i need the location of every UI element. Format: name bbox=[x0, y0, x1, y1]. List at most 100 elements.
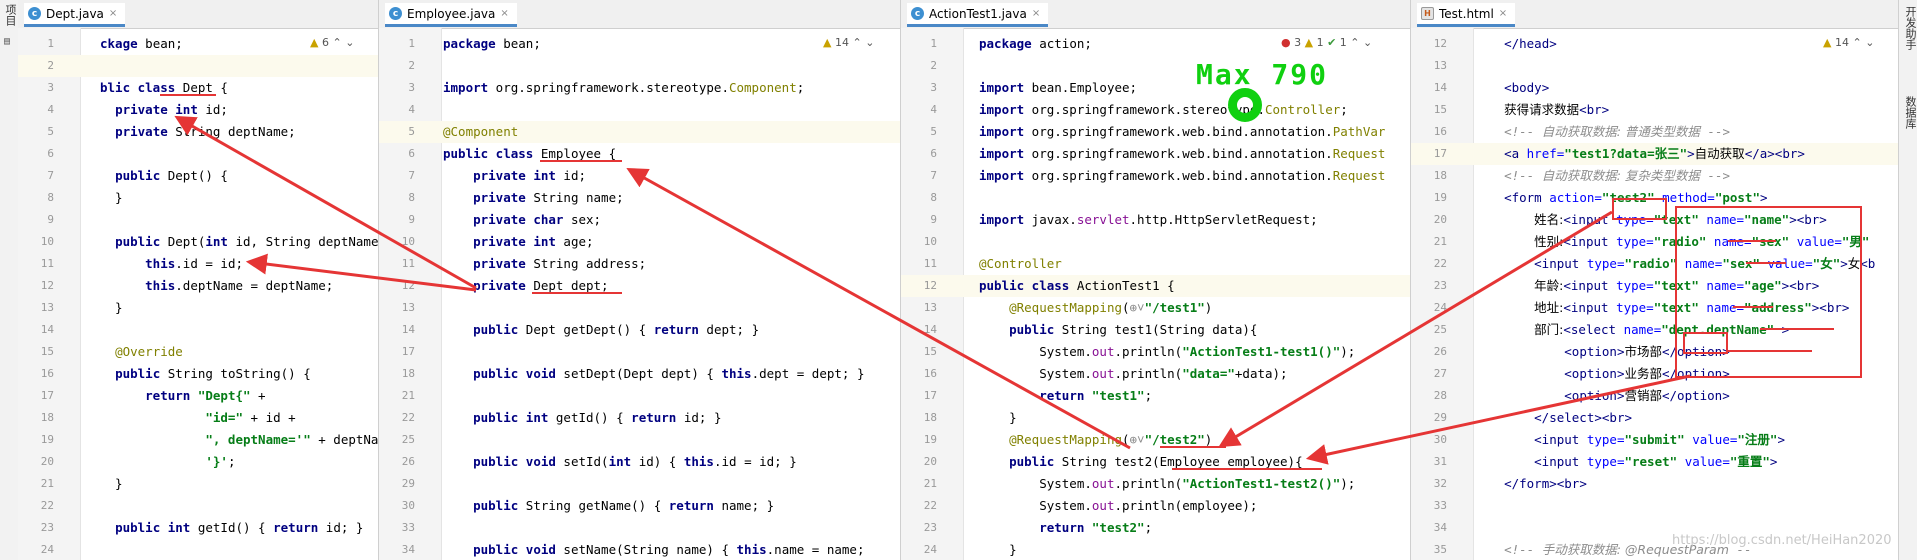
code-line[interactable]: 17 return "test1"; bbox=[901, 385, 1410, 407]
code-line[interactable]: 7 private int id; bbox=[379, 165, 900, 187]
code-line[interactable]: 21 } bbox=[18, 473, 378, 495]
code-line[interactable]: 9 bbox=[18, 209, 378, 231]
code-line[interactable]: 19 @RequestMapping(⊕˅"/test2") bbox=[901, 429, 1410, 451]
code-line[interactable]: 15 @Override bbox=[18, 341, 378, 363]
code-area[interactable]: 1 ckage bean; 2 3 blic class Dept {4 private… bbox=[18, 33, 378, 560]
code-line[interactable]: 10 private int age; bbox=[379, 231, 900, 253]
close-tab-icon[interactable]: × bbox=[500, 8, 508, 19]
code-line[interactable]: 30 <input type="submit" value="注册"> bbox=[1411, 429, 1898, 451]
code-line[interactable]: 18 <!-- 自动获取数据: 复杂类型数据 --> bbox=[1411, 165, 1898, 187]
code-line[interactable]: 13 } bbox=[18, 297, 378, 319]
prev-highlight-icon[interactable]: ⌃ bbox=[1852, 36, 1861, 49]
code-line[interactable]: 7 import org.springframework.web.bind.ann… bbox=[901, 165, 1410, 187]
code-line[interactable]: 19 ", deptName='" + deptNa bbox=[18, 429, 378, 451]
code-line[interactable]: 15 System.out.println("ActionTest1-test1… bbox=[901, 341, 1410, 363]
code-line[interactable]: 31 <input type="reset" value="重置"> bbox=[1411, 451, 1898, 473]
code-line[interactable]: 2 bbox=[379, 55, 900, 77]
code-line[interactable]: 22 bbox=[18, 495, 378, 517]
code-area[interactable]: 1 package bean; 2 3 import org.springframewo… bbox=[379, 33, 900, 560]
code-line[interactable]: 20 public String test2(Employee employee… bbox=[901, 451, 1410, 473]
close-tab-icon[interactable]: × bbox=[109, 8, 117, 19]
project-tool-label[interactable]: 项目 bbox=[2, 4, 18, 26]
tab-actiontest1-java[interactable]: c ActionTest1.java × bbox=[907, 3, 1049, 27]
code-line[interactable]: 17 bbox=[379, 341, 900, 363]
code-line[interactable]: 5 @Component bbox=[379, 121, 900, 143]
code-line[interactable]: 12 this.deptName = deptName; bbox=[18, 275, 378, 297]
dev-assistant-tool[interactable]: 开发助手 bbox=[1902, 6, 1917, 50]
code-line[interactable]: 4 bbox=[379, 99, 900, 121]
code-line[interactable]: 9 private char sex; bbox=[379, 209, 900, 231]
code-line[interactable]: 15 获得请求数据<br> bbox=[1411, 99, 1898, 121]
code-line[interactable]: 16 public String toString() { bbox=[18, 363, 378, 385]
code-line[interactable]: 32 </form><br> bbox=[1411, 473, 1898, 495]
code-line[interactable]: 23 public int getId() { return id; } bbox=[18, 517, 378, 539]
code-line[interactable]: 6 public class Employee { bbox=[379, 143, 900, 165]
code-line[interactable]: 9 import javax.servlet.http.HttpServletRe… bbox=[901, 209, 1410, 231]
code-line[interactable]: 11 this.id = id; bbox=[18, 253, 378, 275]
code-line[interactable]: 8 bbox=[901, 187, 1410, 209]
code-line[interactable]: 17 return "Dept{" + bbox=[18, 385, 378, 407]
code-line[interactable]: 6 bbox=[18, 143, 378, 165]
code-line[interactable]: 25 bbox=[379, 429, 900, 451]
prev-highlight-icon[interactable]: ⌃ bbox=[332, 36, 341, 49]
code-line[interactable]: 12 private Dept dept; bbox=[379, 275, 900, 297]
tab-test-html[interactable]: H Test.html × bbox=[1417, 3, 1516, 27]
code-line[interactable]: 22 System.out.println(employee); bbox=[901, 495, 1410, 517]
code-line[interactable]: 2 bbox=[18, 55, 378, 77]
code-line[interactable]: 14 public Dept getDept() { return dept; … bbox=[379, 319, 900, 341]
code-line[interactable]: 33 bbox=[1411, 495, 1898, 517]
code-area[interactable]: 1 package action; 2 3 import bean.Employee; 4… bbox=[901, 33, 1410, 560]
code-line[interactable]: 17 <a href="test1?data=张三">自动获取</a><br> bbox=[1411, 143, 1898, 165]
inspection-widget[interactable]: ▲ 14 ⌃ ⌄ bbox=[1821, 33, 1877, 53]
code-line[interactable]: 6 import org.springframework.web.bind.ann… bbox=[901, 143, 1410, 165]
code-line[interactable]: 3 import bean.Employee; bbox=[901, 77, 1410, 99]
code-line[interactable]: 21 bbox=[379, 385, 900, 407]
code-line[interactable]: 21 System.out.println("ActionTest1-test2… bbox=[901, 473, 1410, 495]
code-line[interactable]: 5 private String deptName; bbox=[18, 121, 378, 143]
code-line[interactable]: 14 bbox=[18, 319, 378, 341]
code-line[interactable]: 16 <!-- 自动获取数据: 普通类型数据 --> bbox=[1411, 121, 1898, 143]
code-line[interactable]: 18 public void setDept(Dept dept) { this… bbox=[379, 363, 900, 385]
code-line[interactable]: 28 <option>营销部</option> bbox=[1411, 385, 1898, 407]
code-line[interactable]: 13 bbox=[379, 297, 900, 319]
code-line[interactable]: 4 private int id; bbox=[18, 99, 378, 121]
next-highlight-icon[interactable]: ⌄ bbox=[1363, 36, 1372, 49]
code-line[interactable]: 24 } bbox=[901, 539, 1410, 560]
code-line[interactable]: 22 public int getId() { return id; } bbox=[379, 407, 900, 429]
code-line[interactable]: 13 bbox=[1411, 55, 1898, 77]
code-line[interactable]: 3 import org.springframework.stereotype.C… bbox=[379, 77, 900, 99]
code-line[interactable]: 20 '}'; bbox=[18, 451, 378, 473]
code-line[interactable]: 8 private String name; bbox=[379, 187, 900, 209]
code-line[interactable]: 29 bbox=[379, 473, 900, 495]
code-line[interactable]: 34 public void setName(String name) { th… bbox=[379, 539, 900, 560]
database-tool[interactable]: 数据库 bbox=[1902, 96, 1917, 129]
code-line[interactable]: 10 public Dept(int id, String deptName bbox=[18, 231, 378, 253]
code-line[interactable]: 11 private String address; bbox=[379, 253, 900, 275]
code-line[interactable]: 18 } bbox=[901, 407, 1410, 429]
code-line[interactable]: 24 bbox=[18, 539, 378, 560]
code-line[interactable]: 5 import org.springframework.web.bind.ann… bbox=[901, 121, 1410, 143]
code-line[interactable]: 14 public String test1(String data){ bbox=[901, 319, 1410, 341]
prev-highlight-icon[interactable]: ⌃ bbox=[852, 36, 861, 49]
code-line[interactable]: 10 bbox=[901, 231, 1410, 253]
code-line[interactable]: 13 @RequestMapping(⊕˅"/test1") bbox=[901, 297, 1410, 319]
tab-dept-java[interactable]: c Dept.java × bbox=[24, 3, 126, 27]
code-line[interactable]: 2 bbox=[901, 55, 1410, 77]
next-highlight-icon[interactable]: ⌄ bbox=[1865, 36, 1874, 49]
code-line[interactable]: 30 public String getName() { return name… bbox=[379, 495, 900, 517]
inspection-widget[interactable]: ▲ 6 ⌃ ⌄ bbox=[308, 33, 357, 53]
code-line[interactable]: 12 public class ActionTest1 { bbox=[901, 275, 1410, 297]
code-line[interactable]: 4 import org.springframework.stereotype.C… bbox=[901, 99, 1410, 121]
prev-highlight-icon[interactable]: ⌃ bbox=[1350, 36, 1359, 49]
next-highlight-icon[interactable]: ⌄ bbox=[345, 36, 354, 49]
code-line[interactable]: 7 public Dept() { bbox=[18, 165, 378, 187]
structure-icon[interactable]: ▤ bbox=[4, 36, 10, 47]
code-line[interactable]: 16 System.out.println("data="+data); bbox=[901, 363, 1410, 385]
code-line[interactable]: 18 "id=" + id + bbox=[18, 407, 378, 429]
inspection-widget[interactable]: ● 3 ▲ 1 ✔ 1 ⌃ ⌄ bbox=[1279, 33, 1375, 53]
code-line[interactable]: 26 public void setId(int id) { this.id =… bbox=[379, 451, 900, 473]
code-line[interactable]: 8 } bbox=[18, 187, 378, 209]
code-line[interactable]: 33 bbox=[379, 517, 900, 539]
code-line[interactable]: 11 @Controller bbox=[901, 253, 1410, 275]
code-line[interactable]: 14 <body> bbox=[1411, 77, 1898, 99]
